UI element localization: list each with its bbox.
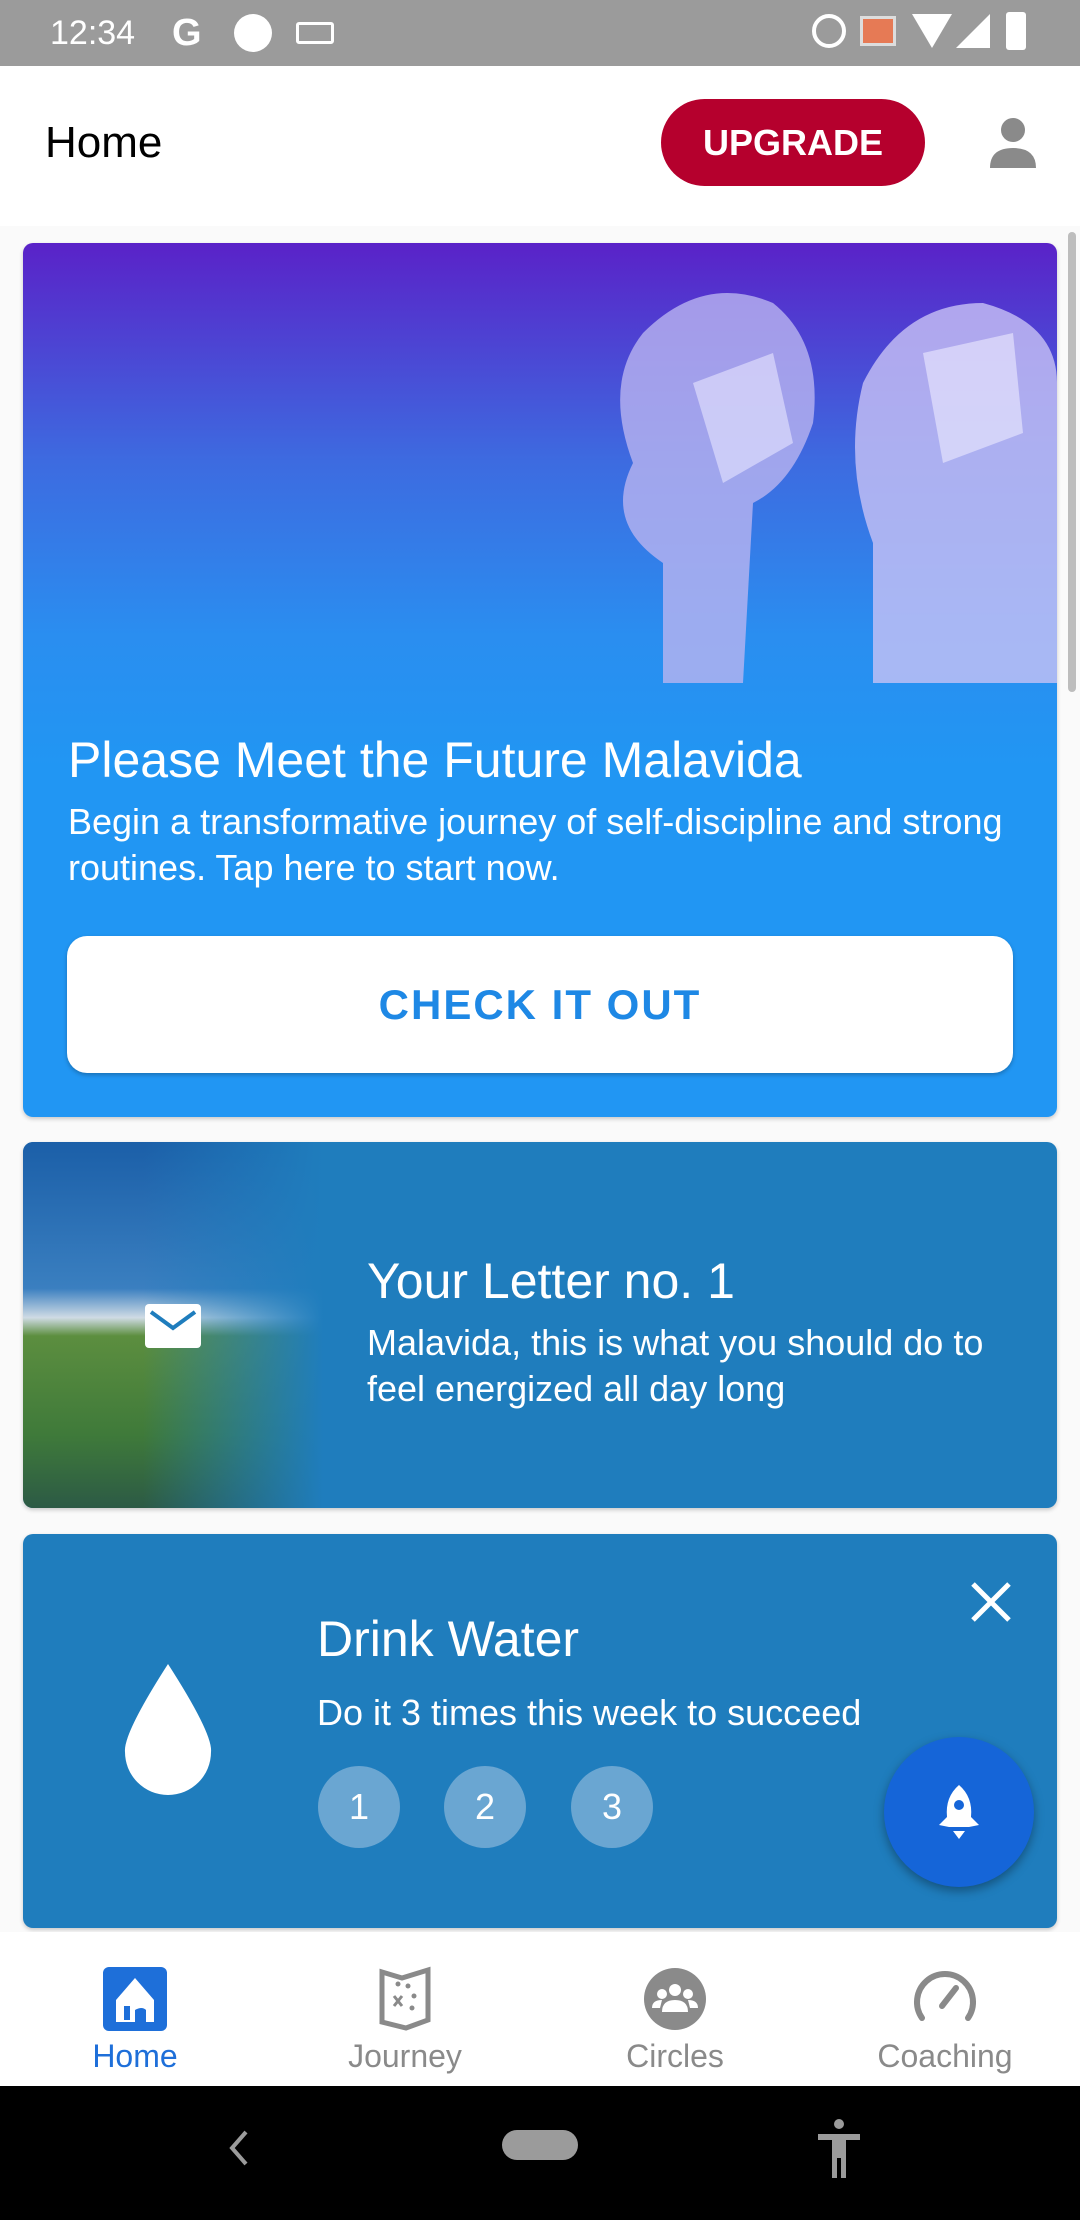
nav-journey-label: Journey xyxy=(348,2038,462,2074)
google-icon: G xyxy=(172,12,202,54)
nav-circles-label: Circles xyxy=(626,2038,724,2074)
habit-description: Do it 3 times this week to succeed xyxy=(317,1692,862,1733)
check-it-out-button[interactable]: CHECK IT OUT xyxy=(67,936,1013,1073)
home-icon xyxy=(103,1967,167,2031)
letter-card[interactable]: Your Letter no. 1 Malavida, this is what… xyxy=(23,1142,1057,1508)
bottom-nav: Home Journey Circles Coaching xyxy=(0,1932,1080,2086)
map-icon xyxy=(379,1966,431,2031)
nav-coaching-label: Coaching xyxy=(877,2038,1013,2074)
step-3[interactable]: 3 xyxy=(571,1766,653,1848)
status-bar: 12:34 G xyxy=(0,0,1080,66)
step-1[interactable]: 1 xyxy=(318,1766,400,1848)
letter-description: Malavida, this is what you should do to … xyxy=(367,1322,984,1409)
habit-title: Drink Water xyxy=(317,1611,580,1667)
promo-card[interactable]: Please Meet the Future Malavida Begin a … xyxy=(23,243,1057,1117)
notification-icon xyxy=(234,14,272,52)
rocket-icon xyxy=(939,1785,979,1839)
back-icon[interactable] xyxy=(226,2128,250,2168)
promo-description: Begin a transformative journey of self-d… xyxy=(68,801,1003,888)
battery-charging-icon xyxy=(1006,12,1026,50)
wifi-icon xyxy=(912,14,952,48)
group-icon xyxy=(644,1968,706,2030)
system-nav-bar xyxy=(0,2086,1080,2220)
scrollbar[interactable] xyxy=(1068,232,1076,692)
accessibility-icon[interactable] xyxy=(816,2118,862,2180)
status-time: 12:34 xyxy=(50,14,136,52)
step-2[interactable]: 2 xyxy=(444,1766,526,1848)
page-title: Home xyxy=(45,118,163,167)
cast-icon xyxy=(860,16,896,46)
nav-coaching[interactable]: Coaching xyxy=(810,1932,1080,2086)
nav-home-label: Home xyxy=(92,2038,178,2074)
envelope-icon xyxy=(145,1304,201,1348)
water-drop-icon xyxy=(124,1664,212,1795)
profile-icon[interactable] xyxy=(988,116,1038,168)
speedometer-icon xyxy=(914,1971,976,2021)
nav-journey[interactable]: Journey xyxy=(270,1932,540,2086)
promo-illustration xyxy=(620,293,1057,683)
letter-title: Your Letter no. 1 xyxy=(367,1253,735,1309)
signal-icon xyxy=(956,14,990,48)
nav-home[interactable]: Home xyxy=(0,1932,270,2086)
promo-title: Please Meet the Future Malavida xyxy=(68,732,802,788)
home-pill-button[interactable] xyxy=(502,2130,578,2160)
rocket-fab-button[interactable] xyxy=(884,1737,1034,1887)
upgrade-button[interactable]: UPGRADE xyxy=(661,99,925,186)
battery-100-icon xyxy=(296,22,334,44)
nav-circles[interactable]: Circles xyxy=(540,1932,810,2086)
alarm-icon xyxy=(812,14,846,48)
habit-card[interactable]: Drink Water Do it 3 times this week to s… xyxy=(23,1534,1057,1928)
close-icon[interactable] xyxy=(969,1580,1013,1624)
app-header: Home UPGRADE xyxy=(0,66,1080,226)
